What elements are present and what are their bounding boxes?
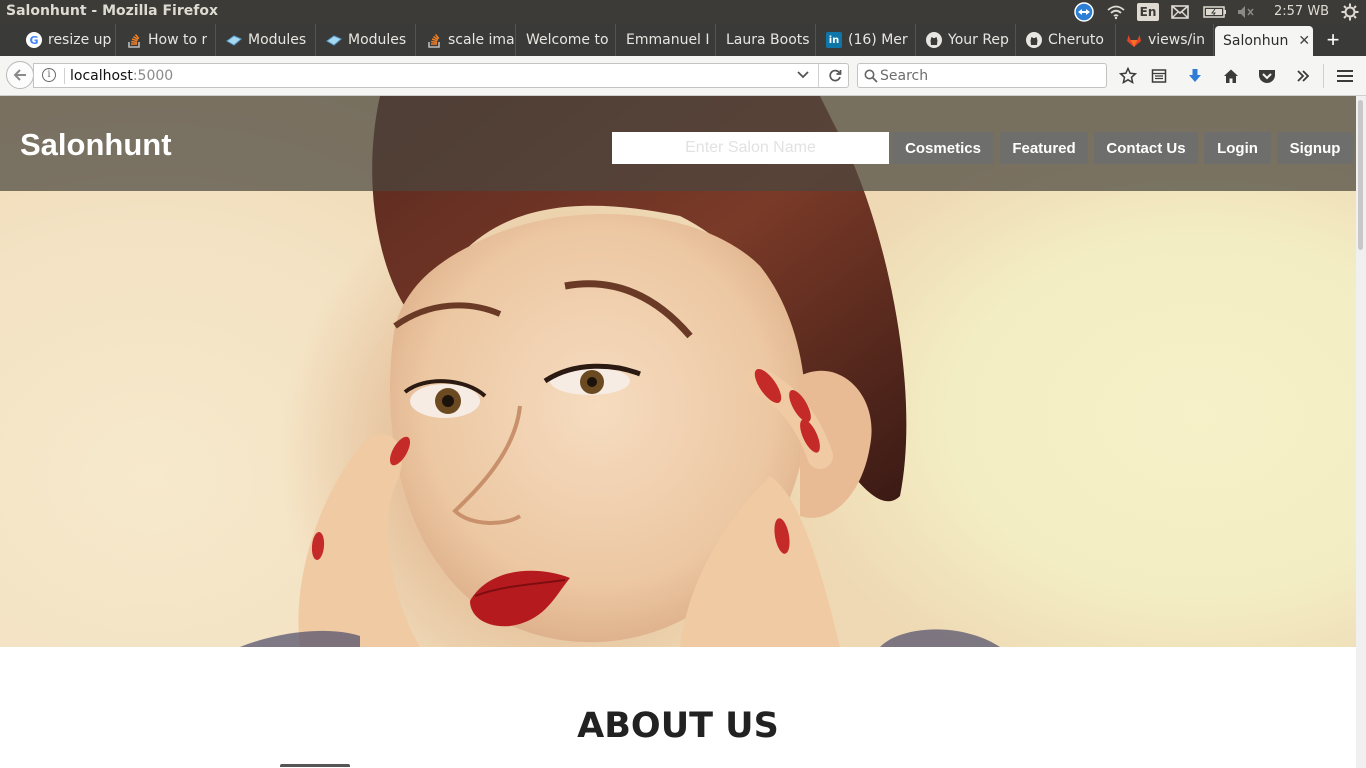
site-info-icon[interactable]: i xyxy=(42,68,56,82)
hamburger-menu-icon[interactable] xyxy=(1333,64,1357,88)
close-tab-icon[interactable]: ✕ xyxy=(1298,33,1310,49)
home-icon[interactable] xyxy=(1219,64,1243,88)
toolbar-separator xyxy=(1323,64,1324,88)
tab-welcome[interactable]: Welcome to xyxy=(518,24,616,56)
stackoverflow-icon xyxy=(126,32,142,48)
tab-emmanuel[interactable]: Emmanuel I xyxy=(618,24,716,56)
scrollbar-thumb[interactable] xyxy=(1358,100,1363,250)
url-host: localhost xyxy=(70,68,133,84)
about-us-heading: ABOUT US xyxy=(577,706,779,746)
reading-list-icon[interactable] xyxy=(1147,64,1171,88)
url-bar[interactable]: i localhost:5000 xyxy=(33,63,849,88)
browser-search-input[interactable] xyxy=(880,66,1100,85)
settings-gear-icon[interactable] xyxy=(1339,0,1361,24)
bookmark-star-icon[interactable] xyxy=(1116,64,1140,88)
tab-modules-1[interactable]: Modules xyxy=(218,24,316,56)
teamviewer-icon[interactable] xyxy=(1073,0,1095,24)
tab-laura-boots[interactable]: Laura Boots xyxy=(718,24,816,56)
new-tab-plus-icon[interactable]: + xyxy=(1320,28,1346,52)
nav-signup-button[interactable]: Signup xyxy=(1277,132,1353,164)
nav-cosmetics-button[interactable]: Cosmetics xyxy=(892,132,994,164)
tab-modules-2[interactable]: Modules xyxy=(318,24,416,56)
browser-navigation-bar: i localhost:5000 xyxy=(0,56,1366,96)
volume-muted-icon[interactable] xyxy=(1236,0,1256,24)
page-viewport: Salonhunt Cosmetics Featured Contact Us … xyxy=(0,96,1356,768)
tab-linkedin[interactable]: in (16) Mer xyxy=(818,24,916,56)
tab-how-to[interactable]: How to r xyxy=(118,24,216,56)
google-icon: G xyxy=(26,32,42,48)
overflow-chevrons-icon[interactable] xyxy=(1291,64,1315,88)
url-separator xyxy=(64,68,65,84)
clock[interactable]: 2:57 WB xyxy=(1274,4,1329,19)
tab-your-repositories[interactable]: Your Rep xyxy=(918,24,1016,56)
nav-contact-us-button[interactable]: Contact Us xyxy=(1094,132,1198,164)
tab-resize-up[interactable]: G resize up xyxy=(18,24,116,56)
site-header: Salonhunt Cosmetics Featured Contact Us … xyxy=(0,96,1356,191)
module-icon xyxy=(326,32,342,48)
reload-icon xyxy=(828,69,841,81)
module-icon xyxy=(226,32,242,48)
tab-cheruto[interactable]: Cheruto xyxy=(1018,24,1116,56)
tab-scale-image[interactable]: scale ima xyxy=(418,24,516,56)
back-arrow-icon xyxy=(13,69,26,81)
linkedin-icon: in xyxy=(826,32,842,48)
url-port: :5000 xyxy=(132,68,174,84)
gitlab-icon xyxy=(1126,32,1142,48)
nav-login-button[interactable]: Login xyxy=(1204,132,1271,164)
downloads-icon[interactable] xyxy=(1183,64,1207,88)
search-icon xyxy=(864,69,878,88)
url-text[interactable]: localhost:5000 xyxy=(70,68,173,84)
browser-tab-strip: G resize up How to r Modules Modules sca… xyxy=(0,24,1366,56)
battery-icon[interactable] xyxy=(1202,0,1228,24)
hero-banner: Salonhunt Cosmetics Featured Contact Us … xyxy=(0,96,1356,647)
url-history-dropdown-icon[interactable] xyxy=(797,68,809,82)
about-section-decoration xyxy=(280,764,350,767)
tab-views-index[interactable]: views/in xyxy=(1118,24,1214,56)
salon-search-input[interactable] xyxy=(612,132,889,164)
wifi-icon[interactable] xyxy=(1105,0,1127,24)
browser-search-bar[interactable] xyxy=(857,63,1107,88)
window-title: Salonhunt - Mozilla Firefox xyxy=(6,3,218,19)
pocket-icon[interactable] xyxy=(1255,64,1279,88)
keyboard-layout-indicator[interactable]: En xyxy=(1137,3,1159,21)
stackoverflow-icon xyxy=(426,32,442,48)
tab-salonhunt-active[interactable]: Salonhun ✕ xyxy=(1215,26,1313,56)
page-scrollbar[interactable] xyxy=(1356,96,1366,768)
back-button[interactable] xyxy=(6,61,34,89)
os-top-bar: Salonhunt - Mozilla Firefox En 2:57 WB xyxy=(0,0,1366,24)
github-icon xyxy=(926,32,942,48)
github-icon xyxy=(1026,32,1042,48)
reload-button[interactable] xyxy=(818,64,850,87)
mail-icon[interactable] xyxy=(1169,0,1191,24)
nav-featured-button[interactable]: Featured xyxy=(1000,132,1088,164)
site-logo[interactable]: Salonhunt xyxy=(20,127,172,163)
